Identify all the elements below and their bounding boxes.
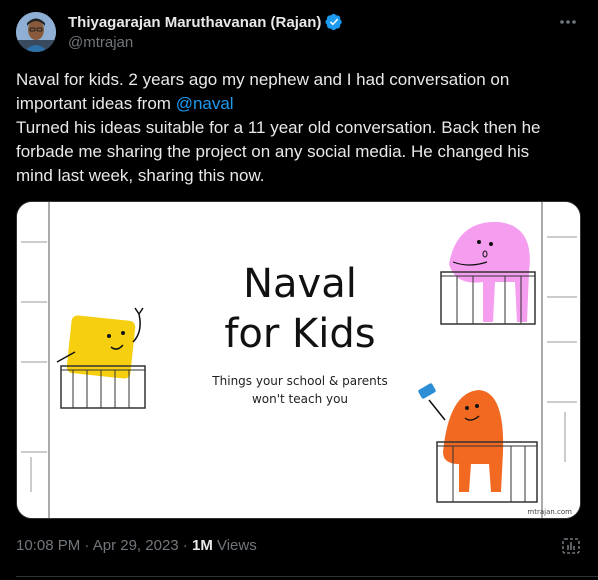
views-count: 1M — [191, 537, 213, 554]
verified-badge-icon — [325, 13, 343, 31]
analytics-icon[interactable] — [560, 536, 582, 556]
tweet-text: Naval for kids. 2 years ago my nephew an… — [16, 68, 582, 188]
tweet-text-segment: important ideas from — [16, 94, 176, 113]
tweet-media-image[interactable]: Naval for Kids Things your school & pare… — [16, 201, 581, 519]
illustration-watermark: mtrajan.com — [527, 508, 572, 516]
more-icon[interactable] — [556, 12, 580, 32]
tweet-line: mind last week, sharing this now. — [16, 166, 265, 185]
author-name-row[interactable]: Thiyagarajan Maruthavanan (Rajan) — [68, 13, 343, 31]
tweet-line: Naval for kids. 2 years ago my nephew an… — [16, 70, 510, 89]
tweet-line: Turned his ideas suitable for a 11 year … — [16, 118, 541, 137]
tweet-line: forbade me sharing the project on any so… — [16, 142, 530, 161]
author-handle[interactable]: @mtrajan — [68, 34, 133, 51]
mention-link[interactable]: @naval — [176, 94, 234, 113]
author-name[interactable]: Thiyagarajan Maruthavanan (Rajan) — [68, 14, 321, 31]
illustration-title-line: for Kids — [224, 311, 375, 357]
avatar[interactable] — [16, 12, 56, 52]
naval-for-kids-illustration: Naval for Kids Things your school & pare… — [17, 202, 580, 518]
illustration-subtitle-line: Things your school & parents — [211, 374, 387, 388]
illustration-subtitle-line: won't teach you — [252, 392, 348, 406]
tweet-meta: 10:08 PM · Apr 29, 2023 · 1M Views — [16, 537, 257, 554]
tweet-line: important ideas from @naval — [16, 92, 582, 116]
avatar-image — [16, 12, 56, 52]
meta-separator: · — [178, 537, 192, 554]
meta-separator: · — [80, 537, 93, 554]
views-label: Views — [212, 537, 257, 554]
illustration-title-line: Naval — [243, 261, 357, 307]
tweet-time[interactable]: 10:08 PM — [16, 537, 80, 554]
tweet-date[interactable]: Apr 29, 2023 — [93, 537, 179, 554]
divider — [16, 576, 598, 577]
